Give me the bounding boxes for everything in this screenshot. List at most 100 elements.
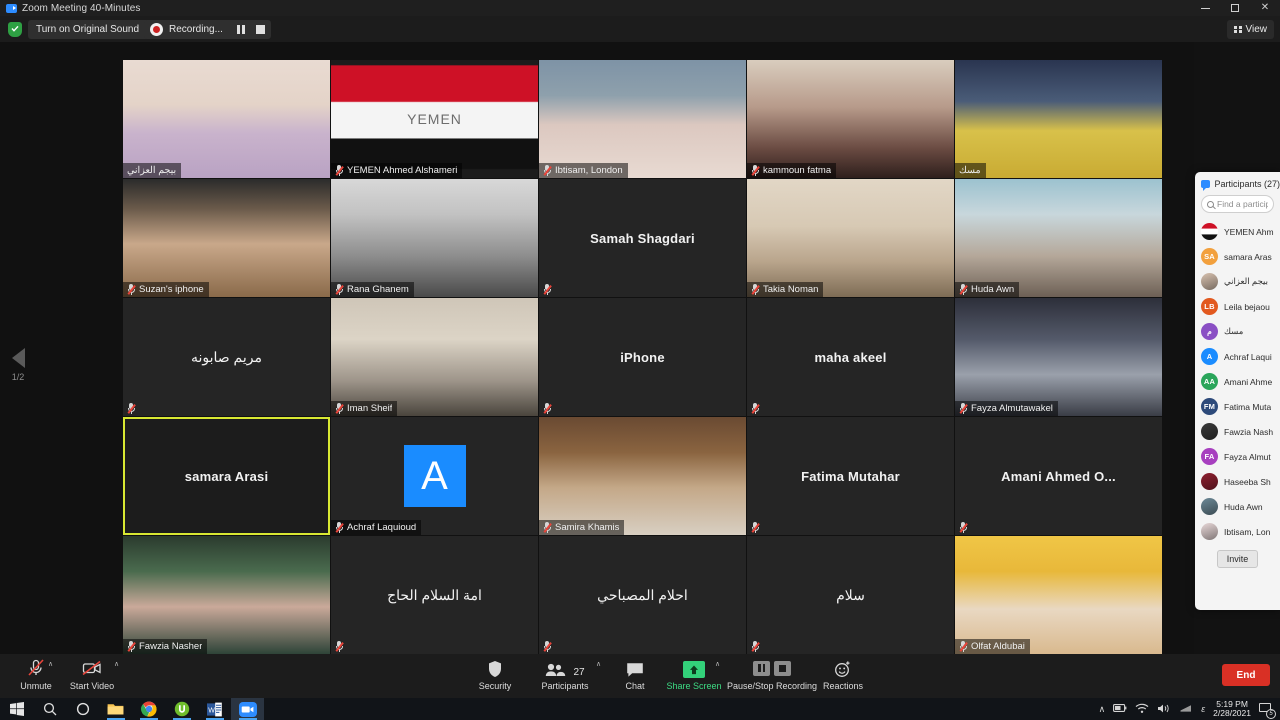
tray-chevron-icon[interactable]: ∧ bbox=[1099, 704, 1106, 715]
video-tile[interactable]: Huda Awn bbox=[955, 179, 1162, 297]
video-tile[interactable]: Rana Ghanem bbox=[331, 179, 538, 297]
flag-caption: YEMEN bbox=[407, 111, 462, 127]
start-video-label: Start Video bbox=[69, 681, 115, 691]
participant-list-item[interactable]: م مسك bbox=[1201, 319, 1280, 344]
participant-avatar bbox=[1201, 273, 1218, 290]
unmute-label: Unmute bbox=[20, 681, 52, 691]
volume-icon[interactable] bbox=[1157, 703, 1171, 716]
participant-video-feed bbox=[123, 536, 330, 654]
participant-name-bar: Fawzia Nasher bbox=[123, 639, 208, 654]
participant-list-item[interactable]: LB Leila bejaou bbox=[1201, 294, 1280, 319]
mic-muted-icon bbox=[335, 284, 344, 295]
prev-page-button[interactable]: 1/2 bbox=[4, 337, 32, 392]
video-tile[interactable]: امة السلام الحاج bbox=[331, 536, 538, 654]
minimize-button[interactable] bbox=[1190, 0, 1220, 16]
participant-list-item[interactable]: Fawzia Nash bbox=[1201, 419, 1280, 444]
window-controls: ✕ bbox=[1190, 0, 1280, 16]
reactions-button[interactable]: Reactions bbox=[807, 658, 879, 691]
video-tile[interactable]: Amani Ahmed O... bbox=[955, 417, 1162, 535]
share-options-chevron-icon[interactable]: ∧ bbox=[715, 660, 720, 668]
maximize-icon bbox=[1231, 4, 1239, 12]
pause-recording-button[interactable] bbox=[236, 25, 245, 34]
file-explorer-button[interactable] bbox=[99, 698, 132, 720]
participant-name: Achraf Laquioud bbox=[347, 522, 417, 533]
participant-list-item[interactable]: بيجم العزاني bbox=[1201, 269, 1280, 294]
participant-video-feed bbox=[955, 179, 1162, 297]
participant-name: maha akeel bbox=[814, 349, 887, 365]
invite-button[interactable]: Invite bbox=[1216, 550, 1259, 568]
video-tile[interactable]: A Achraf Laquioud bbox=[331, 417, 538, 535]
participant-list-item[interactable]: A Achraf Laqui bbox=[1201, 344, 1280, 369]
google-chrome-button[interactable] bbox=[132, 698, 165, 720]
video-options-chevron-icon[interactable]: ∧ bbox=[114, 660, 119, 668]
encryption-shield-icon[interactable] bbox=[8, 22, 22, 37]
video-tile[interactable]: Ibtisam, London bbox=[539, 60, 746, 178]
participant-list-item[interactable]: AA Amani Ahme bbox=[1201, 369, 1280, 394]
video-tile[interactable]: Fatima Mutahar bbox=[747, 417, 954, 535]
pause-stop-recording-button[interactable]: Pause/Stop Recording bbox=[724, 658, 820, 691]
microsoft-word-button[interactable]: W bbox=[198, 698, 231, 720]
video-tile[interactable]: kammoun fatma bbox=[747, 60, 954, 178]
participants-button[interactable]: 27 Participants bbox=[529, 658, 601, 691]
language-icon[interactable]: ε bbox=[1201, 704, 1205, 714]
video-tile[interactable]: samara Arasi bbox=[123, 417, 330, 535]
recording-indicator-group: Recording... bbox=[144, 20, 271, 39]
maximize-button[interactable] bbox=[1220, 0, 1250, 16]
video-tile[interactable]: Olfat Aldubai bbox=[955, 536, 1162, 654]
video-tile[interactable]: مسك bbox=[955, 60, 1162, 178]
close-button[interactable]: ✕ bbox=[1250, 0, 1280, 16]
participant-list-item[interactable]: Haseeba Sh bbox=[1201, 469, 1280, 494]
video-tile[interactable]: احلام المصباحي bbox=[539, 536, 746, 654]
wifi-icon[interactable] bbox=[1135, 703, 1149, 716]
participant-list-item[interactable]: Ibtisam, Lon bbox=[1201, 519, 1280, 544]
participant-name: Fayza Almutawakel bbox=[971, 403, 1053, 414]
mic-muted-icon bbox=[127, 403, 136, 414]
chevron-left-icon bbox=[11, 347, 25, 368]
video-tile[interactable]: YEMEN YEMEN Ahmed Alshameri bbox=[331, 60, 538, 178]
participant-search-field[interactable]: Find a particip bbox=[1201, 195, 1274, 213]
video-tile[interactable]: سلام bbox=[747, 536, 954, 654]
participant-list-item[interactable]: FM Fatima Muta bbox=[1201, 394, 1280, 419]
view-button[interactable]: View bbox=[1227, 20, 1274, 39]
participant-list-name: Achraf Laqui bbox=[1224, 351, 1272, 362]
participant-name-bar: Iman Sheif bbox=[331, 401, 398, 416]
taskbar-search-button[interactable] bbox=[33, 698, 66, 720]
participant-list-item[interactable]: YEMEN Ahm bbox=[1201, 219, 1280, 244]
audio-options-chevron-icon[interactable]: ∧ bbox=[48, 660, 53, 668]
action-center-button[interactable]: 5 bbox=[1259, 702, 1276, 719]
participant-avatar bbox=[1201, 473, 1218, 490]
video-tile[interactable]: Samira Khamis bbox=[539, 417, 746, 535]
end-meeting-button[interactable]: End bbox=[1222, 664, 1270, 686]
video-tile[interactable]: Suzan's iphone bbox=[123, 179, 330, 297]
video-tile[interactable]: Samah Shagdari bbox=[539, 179, 746, 297]
security-button[interactable]: Security bbox=[459, 658, 531, 691]
video-tile[interactable]: Takia Noman bbox=[747, 179, 954, 297]
battery-icon[interactable] bbox=[1113, 703, 1127, 715]
stop-recording-button[interactable] bbox=[255, 25, 265, 34]
video-tile[interactable]: Fawzia Nasher bbox=[123, 536, 330, 654]
mic-muted-icon bbox=[335, 641, 344, 652]
video-tile[interactable]: بيجم العزاني bbox=[123, 60, 330, 178]
taskbar-clock[interactable]: 5:19 PM 2/28/2021 bbox=[1213, 699, 1251, 718]
participants-panel-icon bbox=[1201, 180, 1211, 191]
network-offline-icon[interactable] bbox=[1179, 703, 1193, 716]
zoom-taskbar-button[interactable] bbox=[231, 698, 264, 720]
participant-name-bar: Achraf Laquioud bbox=[331, 520, 422, 535]
participant-list-item[interactable]: Huda Awn bbox=[1201, 494, 1280, 519]
participant-list-item[interactable]: FA Fayza Almut bbox=[1201, 444, 1280, 469]
participant-avatar bbox=[1201, 423, 1218, 440]
start-button[interactable] bbox=[0, 698, 33, 720]
video-tile[interactable]: maha akeel bbox=[747, 298, 954, 416]
participant-video-feed bbox=[955, 536, 1162, 654]
participant-name-bar: بيجم العزاني bbox=[123, 163, 182, 178]
video-tile[interactable]: مريم صابونه bbox=[123, 298, 330, 416]
mic-muted-icon bbox=[543, 403, 552, 414]
video-tile[interactable]: Fayza Almutawakel bbox=[955, 298, 1162, 416]
chat-icon bbox=[626, 658, 644, 678]
cortana-button[interactable] bbox=[66, 698, 99, 720]
video-tile[interactable]: iPhone bbox=[539, 298, 746, 416]
utorrent-button[interactable] bbox=[165, 698, 198, 720]
participant-name-bar: Fayza Almutawakel bbox=[955, 401, 1058, 416]
participant-list-item[interactable]: SA samara Aras bbox=[1201, 244, 1280, 269]
video-tile[interactable]: Iman Sheif bbox=[331, 298, 538, 416]
